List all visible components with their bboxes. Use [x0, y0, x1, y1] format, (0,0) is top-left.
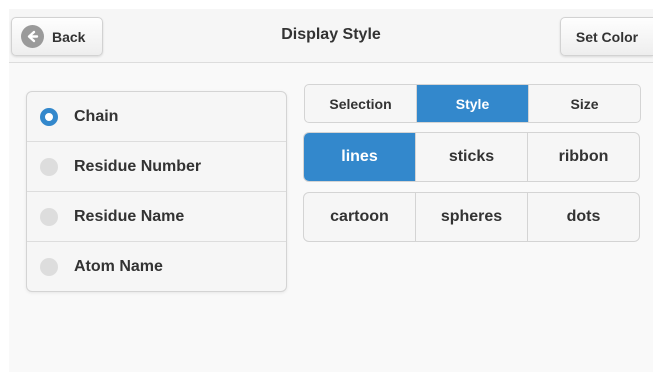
set-color-button-label: Set Color	[575, 28, 639, 45]
style-options-row-2: cartoon spheres dots	[303, 192, 640, 242]
radio-item-label: Chain	[74, 107, 119, 125]
app-window: Back Display Style Set Color Chain Resid…	[9, 9, 653, 372]
radio-item-residue-name[interactable]: Residue Name	[27, 192, 286, 242]
style-options-row-1: lines sticks ribbon	[303, 132, 640, 182]
radio-selected-icon	[40, 107, 58, 126]
style-option-lines[interactable]: lines	[304, 133, 416, 181]
radio-unselected-icon	[40, 207, 58, 226]
segmented-tabs: Selection Style Size	[304, 84, 641, 123]
radio-item-label: Residue Name	[74, 207, 185, 225]
style-option-sticks[interactable]: sticks	[416, 133, 528, 181]
radio-item-label: Atom Name	[74, 258, 163, 275]
radio-unselected-icon	[40, 258, 58, 276]
tab-style[interactable]: Style	[417, 85, 529, 122]
radio-item-chain[interactable]: Chain	[27, 92, 286, 142]
style-option-dots[interactable]: dots	[528, 193, 639, 241]
header-bar: Back Display Style Set Color	[9, 9, 653, 63]
selection-radio-list: Chain Residue Number Residue Name Atom N…	[26, 91, 287, 292]
page-title: Display Style	[281, 26, 381, 43]
radio-item-label: Residue Number	[74, 157, 202, 175]
set-color-button[interactable]: Set Color	[560, 17, 653, 56]
tab-size[interactable]: Size	[529, 85, 640, 122]
style-option-ribbon[interactable]: ribbon	[528, 133, 639, 181]
style-option-spheres[interactable]: spheres	[416, 193, 528, 241]
radio-item-residue-number[interactable]: Residue Number	[27, 142, 286, 192]
radio-item-atom-name[interactable]: Atom Name	[27, 242, 286, 291]
radio-unselected-icon	[40, 157, 58, 176]
tab-selection[interactable]: Selection	[305, 85, 417, 122]
style-option-cartoon[interactable]: cartoon	[304, 193, 416, 241]
